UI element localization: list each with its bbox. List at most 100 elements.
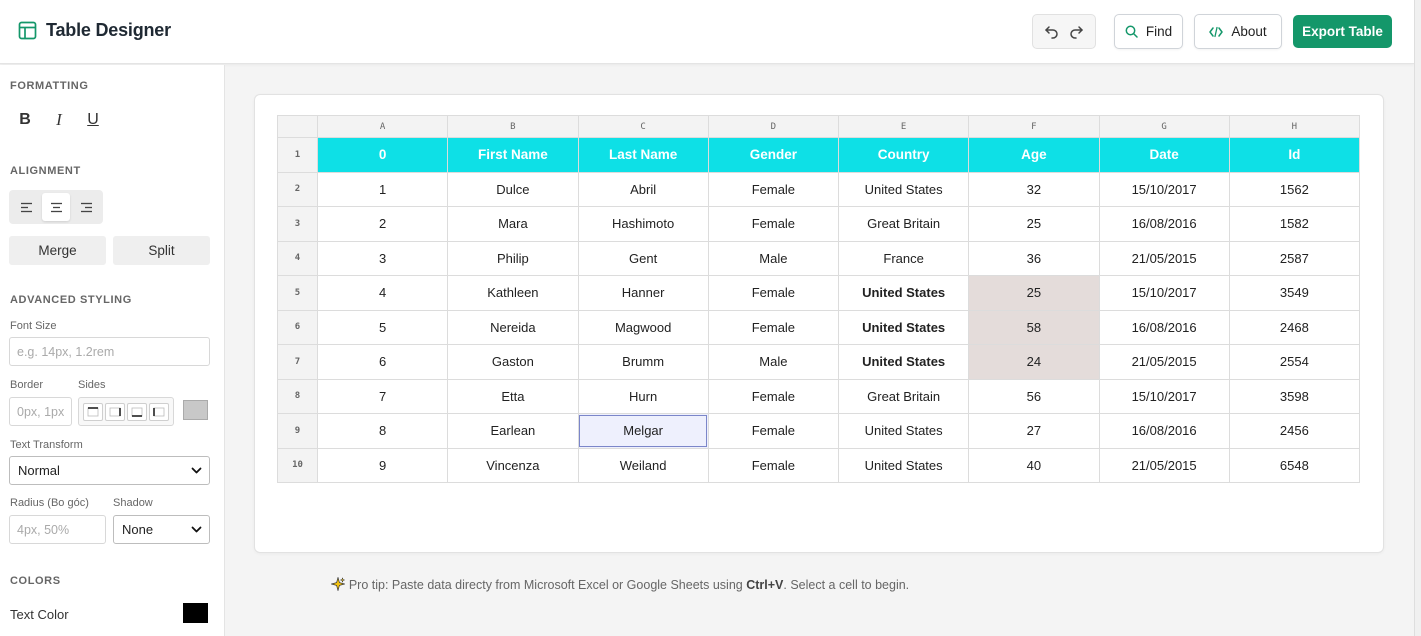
table-cell[interactable]: 8 bbox=[316, 413, 449, 449]
column-header[interactable]: D bbox=[707, 115, 840, 138]
font-size-input[interactable] bbox=[9, 337, 210, 366]
table-cell[interactable]: Female bbox=[707, 171, 840, 207]
table-cell[interactable]: United States bbox=[837, 413, 970, 449]
table-cell[interactable]: 6 bbox=[316, 344, 449, 380]
table-cell[interactable]: 2456 bbox=[1228, 413, 1361, 449]
table-cell[interactable]: Hanner bbox=[577, 275, 709, 311]
table-cell[interactable]: United States bbox=[837, 344, 970, 380]
column-header[interactable]: B bbox=[447, 115, 579, 138]
table-cell[interactable]: Melgar bbox=[577, 413, 709, 449]
text-transform-select[interactable]: Normal bbox=[9, 456, 210, 485]
table-cell[interactable]: 25 bbox=[968, 275, 1100, 311]
border-color-swatch[interactable] bbox=[183, 400, 208, 420]
undo-icon[interactable] bbox=[1044, 24, 1059, 39]
table-cell[interactable]: Abril bbox=[577, 171, 709, 207]
table-cell[interactable]: Nereida bbox=[447, 309, 579, 345]
about-button[interactable]: About bbox=[1194, 14, 1282, 49]
column-header[interactable]: C bbox=[577, 115, 709, 138]
table-cell[interactable]: United States bbox=[837, 171, 970, 207]
table-cell[interactable]: Female bbox=[707, 378, 840, 414]
table-cell[interactable]: Gaston bbox=[447, 344, 579, 380]
table-cell[interactable]: Gent bbox=[577, 240, 709, 276]
table-cell[interactable]: United States bbox=[837, 309, 970, 345]
split-button[interactable]: Split bbox=[113, 236, 210, 265]
table-cell[interactable]: Female bbox=[707, 275, 840, 311]
italic-button[interactable]: I bbox=[49, 110, 69, 130]
column-header[interactable]: G bbox=[1098, 115, 1230, 138]
table-cell[interactable]: 9 bbox=[316, 447, 449, 483]
align-center-button[interactable] bbox=[42, 193, 70, 221]
row-number[interactable]: 4 bbox=[277, 240, 318, 276]
table-cell[interactable]: United States bbox=[837, 275, 970, 311]
table-cell[interactable]: 16/08/2016 bbox=[1098, 206, 1230, 242]
row-number[interactable]: 7 bbox=[277, 344, 318, 380]
shadow-select[interactable]: None bbox=[113, 515, 210, 544]
table-cell[interactable]: Vincenza bbox=[447, 447, 579, 483]
row-number[interactable]: 10 bbox=[277, 447, 318, 483]
table-cell[interactable]: 2468 bbox=[1228, 309, 1361, 345]
table-cell[interactable]: Kathleen bbox=[447, 275, 579, 311]
table-cell[interactable]: 3 bbox=[316, 240, 449, 276]
table-cell[interactable]: 5 bbox=[316, 309, 449, 345]
table-cell[interactable]: Hurn bbox=[577, 378, 709, 414]
border-left-button[interactable] bbox=[149, 402, 169, 421]
table-cell[interactable]: Female bbox=[707, 206, 840, 242]
header-cell[interactable]: 0 bbox=[316, 137, 449, 173]
border-input[interactable] bbox=[9, 397, 72, 426]
border-right-button[interactable] bbox=[105, 402, 125, 421]
table-cell[interactable]: Etta bbox=[447, 378, 579, 414]
table-cell[interactable]: Mara bbox=[447, 206, 579, 242]
table-cell[interactable]: Earlean bbox=[447, 413, 579, 449]
table-cell[interactable]: 21/05/2015 bbox=[1098, 447, 1230, 483]
table-cell[interactable]: Dulce bbox=[447, 171, 579, 207]
row-number[interactable]: 6 bbox=[277, 309, 318, 345]
header-cell[interactable]: Country bbox=[837, 137, 970, 173]
table-cell[interactable]: 40 bbox=[968, 447, 1100, 483]
table-cell[interactable]: 1562 bbox=[1228, 171, 1361, 207]
table-cell[interactable]: 21/05/2015 bbox=[1098, 344, 1230, 380]
merge-button[interactable]: Merge bbox=[9, 236, 106, 265]
table-cell[interactable]: 7 bbox=[316, 378, 449, 414]
header-cell[interactable]: Gender bbox=[707, 137, 840, 173]
table-cell[interactable]: 15/10/2017 bbox=[1098, 275, 1230, 311]
table-cell[interactable]: Female bbox=[707, 309, 840, 345]
page-scrollbar[interactable] bbox=[1414, 0, 1421, 636]
header-cell[interactable]: Last Name bbox=[577, 137, 709, 173]
align-left-button[interactable] bbox=[12, 193, 40, 221]
table-cell[interactable]: Brumm bbox=[577, 344, 709, 380]
table-cell[interactable]: Male bbox=[707, 240, 840, 276]
text-color-swatch[interactable] bbox=[183, 603, 208, 623]
table-cell[interactable]: Female bbox=[707, 413, 840, 449]
table-cell[interactable]: Magwood bbox=[577, 309, 709, 345]
underline-button[interactable]: U bbox=[83, 110, 103, 130]
table-cell[interactable]: Male bbox=[707, 344, 840, 380]
header-cell[interactable]: Age bbox=[968, 137, 1100, 173]
column-header[interactable]: H bbox=[1228, 115, 1361, 138]
column-header[interactable]: E bbox=[837, 115, 970, 138]
table-cell[interactable]: Hashimoto bbox=[577, 206, 709, 242]
table-cell[interactable]: 2 bbox=[316, 206, 449, 242]
table-cell[interactable]: 16/08/2016 bbox=[1098, 309, 1230, 345]
table-cell[interactable]: 3549 bbox=[1228, 275, 1361, 311]
row-number[interactable]: 1 bbox=[277, 137, 318, 173]
column-header[interactable]: F bbox=[968, 115, 1100, 138]
table-cell[interactable]: Great Britain bbox=[837, 206, 970, 242]
table-cell[interactable]: 15/10/2017 bbox=[1098, 378, 1230, 414]
radius-input[interactable] bbox=[9, 515, 106, 544]
header-cell[interactable]: First Name bbox=[447, 137, 579, 173]
align-right-button[interactable] bbox=[72, 193, 100, 221]
row-number[interactable]: 2 bbox=[277, 171, 318, 207]
table-cell[interactable]: 25 bbox=[968, 206, 1100, 242]
find-button[interactable]: Find bbox=[1114, 14, 1183, 49]
table-cell[interactable]: 36 bbox=[968, 240, 1100, 276]
header-cell[interactable]: Date bbox=[1098, 137, 1230, 173]
table-cell[interactable]: 1 bbox=[316, 171, 449, 207]
table-cell[interactable]: Philip bbox=[447, 240, 579, 276]
redo-icon[interactable] bbox=[1069, 24, 1084, 39]
table-cell[interactable]: 2554 bbox=[1228, 344, 1361, 380]
border-top-button[interactable] bbox=[83, 402, 103, 421]
column-header[interactable]: A bbox=[316, 115, 449, 138]
row-number[interactable]: 9 bbox=[277, 413, 318, 449]
table-cell[interactable]: 6548 bbox=[1228, 447, 1361, 483]
table-cell[interactable]: 27 bbox=[968, 413, 1100, 449]
